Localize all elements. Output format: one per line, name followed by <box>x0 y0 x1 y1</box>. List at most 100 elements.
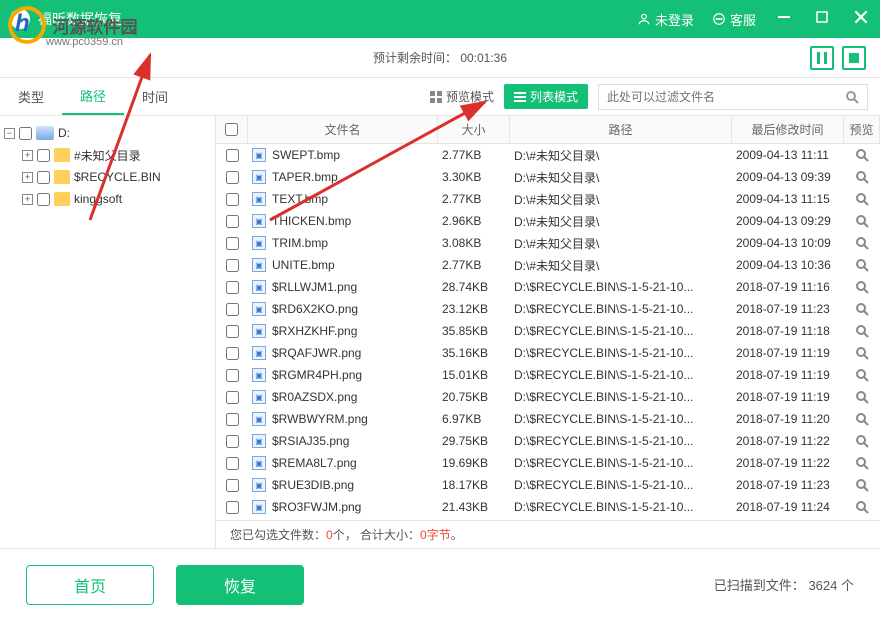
recover-button[interactable]: 恢复 <box>176 565 304 605</box>
row-checkbox[interactable] <box>226 501 239 514</box>
tab-time[interactable]: 时间 <box>124 78 186 115</box>
col-name[interactable]: 文件名 <box>248 116 438 143</box>
filter-input[interactable] <box>607 90 845 104</box>
table-row[interactable]: ▣$RSIAJ35.png29.75KBD:\$RECYCLE.BIN\S-1-… <box>216 430 880 452</box>
preview-button[interactable] <box>844 390 880 404</box>
table-row[interactable]: ▣$RLLWJM1.png28.74KBD:\$RECYCLE.BIN\S-1-… <box>216 276 880 298</box>
file-date: 2018-07-19 11:16 <box>732 280 844 294</box>
row-checkbox[interactable] <box>226 237 239 250</box>
row-checkbox[interactable] <box>226 479 239 492</box>
support-button[interactable]: 客服 <box>712 10 756 29</box>
tree-checkbox[interactable] <box>37 149 50 162</box>
table-row[interactable]: ▣$RO3FWJM.png21.43KBD:\$RECYCLE.BIN\S-1-… <box>216 496 880 518</box>
file-size: 2.77KB <box>438 258 510 272</box>
select-all-checkbox[interactable] <box>225 123 238 136</box>
table-row[interactable]: ▣UNITE.bmp2.77KBD:\#未知父目录\2009-04-13 10:… <box>216 254 880 276</box>
preview-button[interactable] <box>844 170 880 184</box>
row-checkbox[interactable] <box>226 325 239 338</box>
row-checkbox[interactable] <box>226 259 239 272</box>
maximize-button[interactable] <box>814 9 830 30</box>
row-checkbox[interactable] <box>226 193 239 206</box>
tree-root-drive[interactable]: − D: <box>4 122 211 144</box>
row-checkbox[interactable] <box>226 171 239 184</box>
result-tabs: 类型 路径 时间 <box>0 78 186 115</box>
close-button[interactable] <box>852 8 870 31</box>
image-file-icon: ▣ <box>252 258 266 272</box>
preview-button[interactable] <box>844 280 880 294</box>
file-size: 3.30KB <box>438 170 510 184</box>
preview-button[interactable] <box>844 148 880 162</box>
tree-item[interactable]: +kinggsoft <box>4 188 211 210</box>
preview-button[interactable] <box>844 302 880 316</box>
col-size[interactable]: 大小 <box>438 116 510 143</box>
tree-checkbox[interactable] <box>37 171 50 184</box>
preview-button[interactable] <box>844 214 880 228</box>
list-mode-button[interactable]: 列表模式 <box>504 84 588 109</box>
preview-button[interactable] <box>844 368 880 382</box>
pause-scan-button[interactable] <box>810 46 834 70</box>
table-row[interactable]: ▣SWEPT.bmp2.77KBD:\#未知父目录\2009-04-13 11:… <box>216 144 880 166</box>
preview-button[interactable] <box>844 478 880 492</box>
tab-path[interactable]: 路径 <box>62 78 124 115</box>
preview-button[interactable] <box>844 434 880 448</box>
preview-button[interactable] <box>844 192 880 206</box>
file-path: D:\$RECYCLE.BIN\S-1-5-21-10... <box>510 346 732 360</box>
row-checkbox[interactable] <box>226 215 239 228</box>
table-row[interactable]: ▣$RWBWYRM.png6.97KBD:\$RECYCLE.BIN\S-1-5… <box>216 408 880 430</box>
tab-type[interactable]: 类型 <box>0 78 62 115</box>
file-size: 2.77KB <box>438 148 510 162</box>
preview-button[interactable] <box>844 456 880 470</box>
col-path[interactable]: 路径 <box>510 116 732 143</box>
home-button[interactable]: 首页 <box>26 565 154 605</box>
table-row[interactable]: ▣TRIM.bmp3.08KBD:\#未知父目录\2009-04-13 10:0… <box>216 232 880 254</box>
table-row[interactable]: ▣$R0AZSDX.png20.75KBD:\$RECYCLE.BIN\S-1-… <box>216 386 880 408</box>
preview-button[interactable] <box>844 500 880 514</box>
file-size: 23.12KB <box>438 302 510 316</box>
row-checkbox[interactable] <box>226 391 239 404</box>
file-size: 3.08KB <box>438 236 510 250</box>
table-row[interactable]: ▣TAPER.bmp3.30KBD:\#未知父目录\2009-04-13 09:… <box>216 166 880 188</box>
table-row[interactable]: ▣$RXHZKHF.png35.85KBD:\$RECYCLE.BIN\S-1-… <box>216 320 880 342</box>
file-date: 2018-07-19 11:23 <box>732 478 844 492</box>
tree-item[interactable]: +#未知父目录 <box>4 144 211 166</box>
table-row[interactable]: ▣$RQAFJWR.png35.16KBD:\$RECYCLE.BIN\S-1-… <box>216 342 880 364</box>
row-checkbox[interactable] <box>226 281 239 294</box>
row-checkbox[interactable] <box>226 347 239 360</box>
row-checkbox[interactable] <box>226 457 239 470</box>
filter-box[interactable] <box>598 84 868 110</box>
preview-mode-button[interactable]: 预览模式 <box>420 84 504 109</box>
table-row[interactable]: ▣$RUE3DIB.png18.17KBD:\$RECYCLE.BIN\S-1-… <box>216 474 880 496</box>
row-checkbox[interactable] <box>226 413 239 426</box>
tree-checkbox[interactable] <box>19 127 32 140</box>
minimize-button[interactable] <box>776 9 792 30</box>
row-checkbox[interactable] <box>226 369 239 382</box>
preview-button[interactable] <box>844 258 880 272</box>
collapse-icon[interactable]: − <box>4 128 15 139</box>
tree-item[interactable]: +$RECYCLE.BIN <box>4 166 211 188</box>
row-checkbox[interactable] <box>226 149 239 162</box>
table-row[interactable]: ▣TEXT.bmp2.77KBD:\#未知父目录\2009-04-13 11:1… <box>216 188 880 210</box>
col-date[interactable]: 最后修改时间 <box>732 116 844 143</box>
preview-button[interactable] <box>844 346 880 360</box>
tree-checkbox[interactable] <box>37 193 50 206</box>
col-preview[interactable]: 预览 <box>844 116 880 143</box>
table-row[interactable]: ▣THICKEN.bmp2.96KBD:\#未知父目录\2009-04-13 0… <box>216 210 880 232</box>
table-row[interactable]: ▣$RD6X2KO.png23.12KBD:\$RECYCLE.BIN\S-1-… <box>216 298 880 320</box>
search-icon[interactable] <box>845 90 859 104</box>
login-button[interactable]: 未登录 <box>637 10 694 29</box>
stop-scan-button[interactable] <box>842 46 866 70</box>
expand-icon[interactable]: + <box>22 172 33 183</box>
expand-icon[interactable]: + <box>22 194 33 205</box>
row-checkbox[interactable] <box>226 435 239 448</box>
preview-button[interactable] <box>844 324 880 338</box>
file-name: THICKEN.bmp <box>272 214 351 228</box>
expand-icon[interactable]: + <box>22 150 33 161</box>
preview-button[interactable] <box>844 412 880 426</box>
support-label: 客服 <box>730 10 756 29</box>
table-row[interactable]: ▣$REMA8L7.png19.69KBD:\$RECYCLE.BIN\S-1-… <box>216 452 880 474</box>
table-row[interactable]: ▣$RGMR4PH.png15.01KBD:\$RECYCLE.BIN\S-1-… <box>216 364 880 386</box>
image-file-icon: ▣ <box>252 236 266 250</box>
preview-button[interactable] <box>844 236 880 250</box>
row-checkbox[interactable] <box>226 303 239 316</box>
file-date: 2018-07-19 11:24 <box>732 500 844 514</box>
